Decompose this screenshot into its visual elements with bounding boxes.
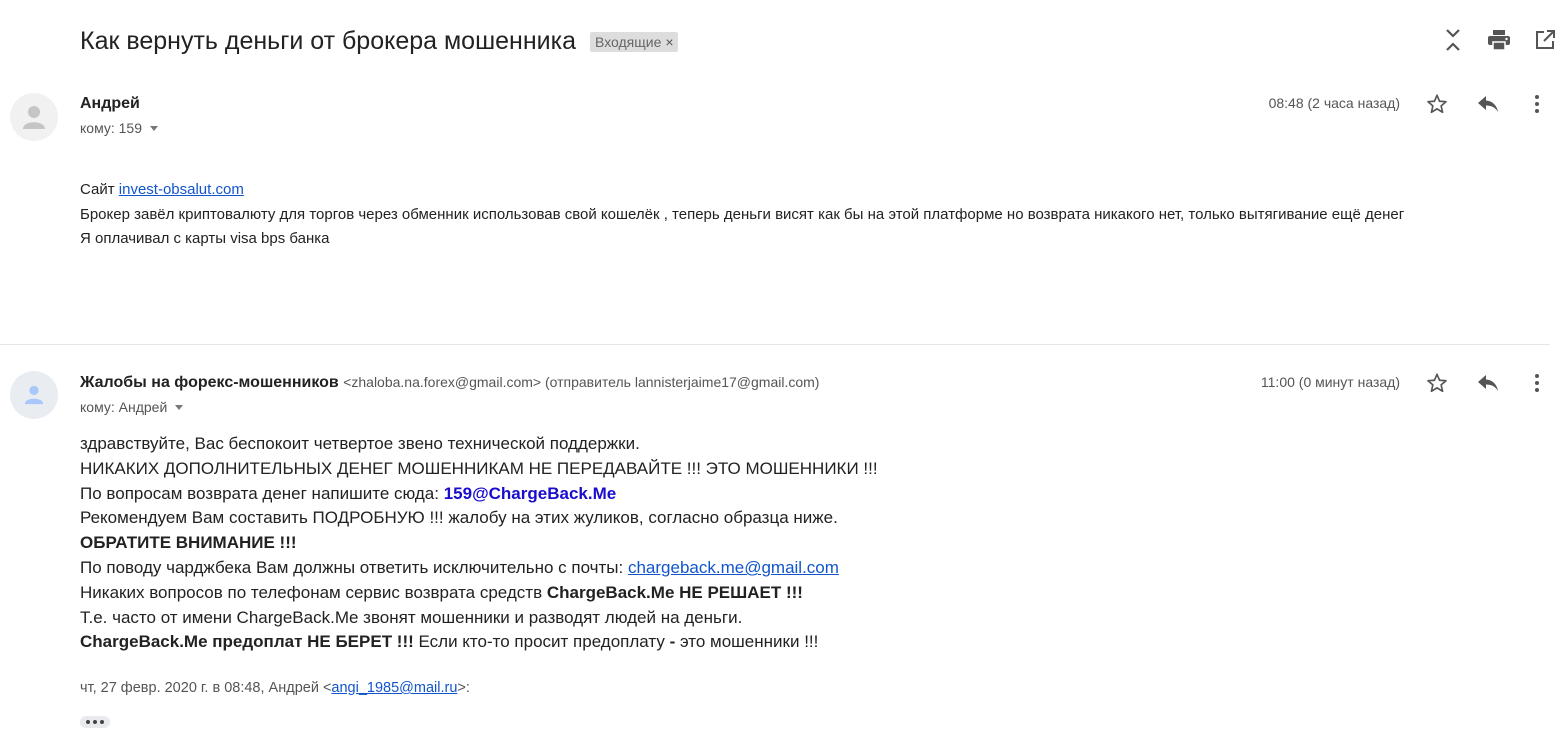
avatar [10, 93, 58, 141]
body-line: Я оплачивал с карты visa bps банка [80, 230, 330, 247]
chargeback-gmail-link[interactable]: chargeback.me@gmail.com [628, 558, 839, 577]
message-divider [0, 344, 1550, 345]
body-line: здравствуйте, Вас беспокоит четвертое зв… [80, 434, 640, 453]
label-text: Входящие [595, 34, 662, 50]
body-text: это мошенники !!! [675, 632, 819, 652]
star-icon[interactable] [1424, 91, 1450, 117]
body-text: По поводу чарджбека Вам должны ответить … [80, 557, 628, 577]
body-line: Т.е. часто от имени ChargeBack.Me звонят… [80, 607, 743, 627]
print-icon[interactable] [1476, 26, 1522, 54]
message-time: 08:48 (2 часа назад) [1268, 95, 1400, 111]
avatar [10, 371, 58, 419]
bold-text: ChargeBack.Me НЕ РЕШАЕТ !!! [546, 582, 803, 602]
message-time: 11:00 (0 минут назад) [1260, 374, 1400, 390]
more-options-icon[interactable] [1524, 91, 1550, 117]
person-icon [23, 106, 45, 129]
recipients-toggle[interactable]: кому: 159 [80, 120, 158, 136]
body-text: По вопросам возврата денег напишите сюда… [80, 483, 444, 503]
reply-icon[interactable] [1475, 91, 1501, 117]
quote-text: чт, 27 февр. 2020 г. в 08:48, Андрей < [80, 680, 332, 696]
dot [86, 720, 90, 724]
message-body: здравствуйте, Вас беспокоит четвертое зв… [80, 432, 878, 655]
expand-collapse-icon[interactable] [1430, 26, 1476, 54]
body-text: Если кто-то просит предоплату [413, 632, 670, 652]
sender-line: Жалобы на форекс-мошенников <zhaloba.na.… [80, 374, 819, 392]
inbox-label-chip[interactable]: Входящие × [590, 32, 678, 52]
recipients-text: кому: Андрей [80, 399, 168, 415]
body-line: ChargeBack.Me предоплат НЕ БЕРЕТ !!! Есл… [80, 630, 878, 655]
star-icon[interactable] [1424, 370, 1450, 396]
body-line: НИКАКИХ ДОПОЛНИТЕЛЬНЫХ ДЕНЕГ МОШЕННИКАМ … [80, 458, 878, 478]
body-line: Брокер завёл криптовалюту для торгов чер… [80, 205, 1405, 223]
chevron-down-icon [175, 404, 184, 410]
bold-text: ChargeBack.Me предоплат НЕ БЕРЕТ !!! [80, 632, 414, 652]
dot [93, 720, 97, 724]
site-link[interactable]: invest-obsalut.com [119, 181, 244, 198]
subject-row: Как вернуть деньги от брокера мошенника … [80, 24, 678, 58]
body-text: Никаких вопросов по телефонам сервис воз… [80, 582, 547, 602]
quote-text: >: [457, 680, 470, 696]
recipients-toggle[interactable]: кому: Андрей [80, 399, 184, 415]
email-subject: Как вернуть деньги от брокера мошенника [80, 26, 577, 55]
sender-name: Андрей [80, 95, 140, 112]
more-options-icon[interactable] [1524, 370, 1550, 396]
recipients-text: кому: 159 [80, 120, 142, 136]
body-line: По вопросам возврата денег напишите сюда… [80, 482, 878, 507]
sender-name: Жалобы на форекс-мошенников [80, 374, 339, 391]
remove-label-button[interactable]: × [665, 34, 673, 50]
dot [100, 720, 104, 724]
quoted-header: чт, 27 февр. 2020 г. в 08:48, Андрей <an… [80, 680, 470, 696]
open-new-window-icon[interactable] [1522, 26, 1568, 54]
body-line: Никаких вопросов по телефонам сервис воз… [80, 581, 878, 606]
sender-line: Андрей [80, 95, 140, 113]
show-trimmed-content-button[interactable] [80, 716, 110, 728]
message-body: Сайт invest-obsalut.com Брокер завёл кри… [80, 178, 1404, 252]
thread-toolbar [1430, 26, 1568, 54]
body-text: Сайт [80, 181, 119, 198]
body-line: Сайт invest-obsalut.com [80, 178, 1404, 203]
chargeback-email: 159@ChargeBack.Me [443, 483, 617, 503]
warning-heading: ОБРАТИТЕ ВНИМАНИЕ !!! [80, 533, 297, 553]
sender-email: <zhaloba.na.forex@gmail.com> (отправител… [343, 374, 820, 390]
quote-email-link[interactable]: angi_1985@mail.ru [331, 680, 457, 696]
body-line: По поводу чарджбека Вам должны ответить … [80, 556, 878, 581]
reply-icon[interactable] [1475, 370, 1501, 396]
chevron-down-icon [150, 125, 158, 131]
body-line: ОБРАТИТЕ ВНИМАНИЕ !!! [80, 531, 878, 556]
person-icon [24, 385, 44, 405]
body-line: Рекомендуем Вам составить ПОДРОБНУЮ !!! … [80, 508, 838, 528]
